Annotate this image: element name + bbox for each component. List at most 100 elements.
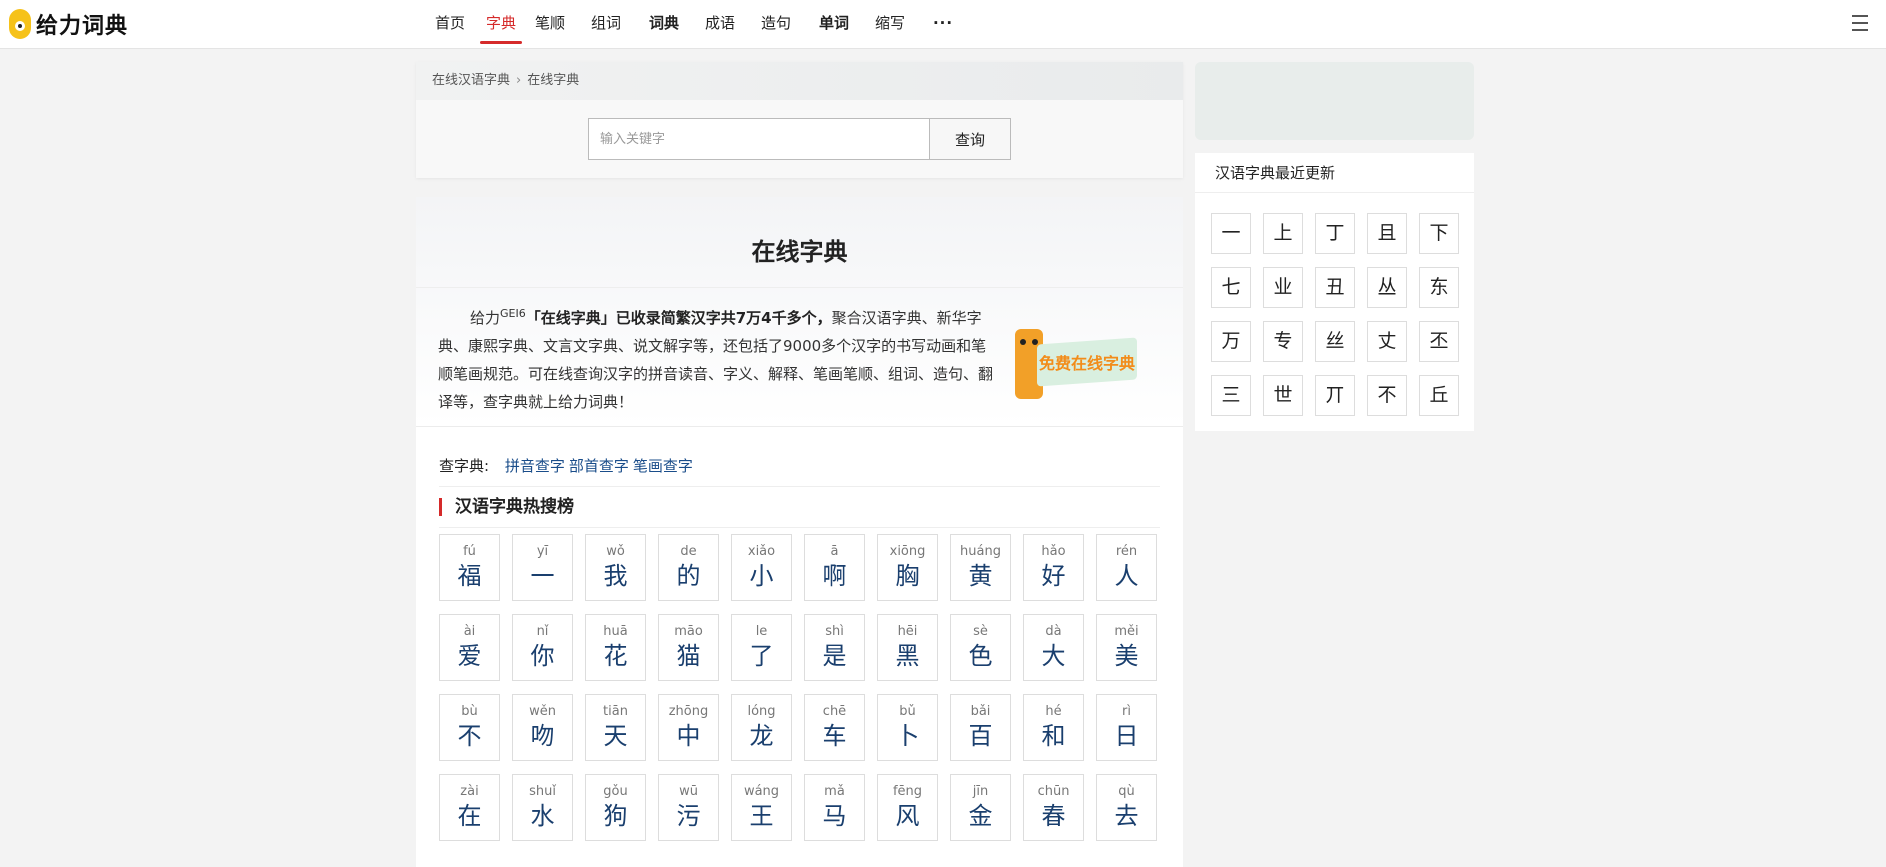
- hanzi: 不: [457, 722, 482, 750]
- hot-char-cell[interactable]: chūn 春: [1023, 774, 1084, 841]
- promo-image[interactable]: 免费在线字典: [1015, 329, 1139, 401]
- hot-char-cell[interactable]: wū 污: [658, 774, 719, 841]
- recent-char-cell[interactable]: 丕: [1419, 321, 1459, 362]
- recent-char-cell[interactable]: 丛: [1367, 267, 1407, 308]
- recent-char-cell[interactable]: 丑: [1315, 267, 1355, 308]
- recent-char-cell[interactable]: 万: [1211, 321, 1251, 362]
- recent-char-cell[interactable]: 七: [1211, 267, 1251, 308]
- recent-char-cell[interactable]: 丁: [1315, 213, 1355, 254]
- hot-char-cell[interactable]: jīn 金: [950, 774, 1011, 841]
- hot-char-cell[interactable]: māo 猫: [658, 614, 719, 681]
- recent-chars-grid: 一上丁且下七业丑丛东万专丝丈丕三世丌不丘: [1211, 213, 1459, 416]
- hot-char-cell[interactable]: zài 在: [439, 774, 500, 841]
- recent-char-cell[interactable]: 一: [1211, 213, 1251, 254]
- recent-char-cell[interactable]: 且: [1367, 213, 1407, 254]
- pinyin: chē: [822, 704, 847, 719]
- breadcrumb-root-link[interactable]: 在线汉语字典: [432, 73, 510, 88]
- lookup-link-0[interactable]: 拼音查字: [505, 457, 565, 475]
- hot-char-cell[interactable]: wěn 吻: [512, 694, 573, 761]
- hot-char-cell[interactable]: hǎo 好: [1023, 534, 1084, 601]
- nav-item-3[interactable]: 组词: [578, 0, 634, 48]
- hot-char-cell[interactable]: shuǐ 水: [512, 774, 573, 841]
- nav-item-7[interactable]: 单词: [806, 0, 862, 48]
- hot-char-cell[interactable]: měi 美: [1096, 614, 1157, 681]
- recent-char-cell[interactable]: 世: [1263, 375, 1303, 416]
- hot-char-cell[interactable]: zhōng 中: [658, 694, 719, 761]
- hot-char-cell[interactable]: bǎi 百: [950, 694, 1011, 761]
- hot-char-cell[interactable]: yī 一: [512, 534, 573, 601]
- recent-char-cell[interactable]: 丝: [1315, 321, 1355, 362]
- recent-char-cell[interactable]: 下: [1419, 213, 1459, 254]
- hot-char-cell[interactable]: hēi 黑: [877, 614, 938, 681]
- recent-char-cell[interactable]: 丈: [1367, 321, 1407, 362]
- recent-char-cell[interactable]: 丌: [1315, 375, 1355, 416]
- pinyin: shuǐ: [529, 784, 556, 799]
- hot-char-cell[interactable]: fú 福: [439, 534, 500, 601]
- hot-char-cell[interactable]: sè 色: [950, 614, 1011, 681]
- hot-char-cell[interactable]: nǐ 你: [512, 614, 573, 681]
- hot-char-cell[interactable]: mǎ 马: [804, 774, 865, 841]
- hot-char-cell[interactable]: ā啊: [804, 534, 865, 601]
- divider: [416, 287, 1183, 288]
- hot-char-cell[interactable]: ài 爱: [439, 614, 500, 681]
- recent-char-cell[interactable]: 东: [1419, 267, 1459, 308]
- page-title: 在线字典: [751, 238, 848, 266]
- hot-char-cell[interactable]: hé 和: [1023, 694, 1084, 761]
- hot-char-cell[interactable]: lóng 龙: [731, 694, 792, 761]
- pinyin: zài: [460, 784, 479, 799]
- breadcrumb-current: 在线字典: [527, 73, 580, 88]
- hot-char-cell[interactable]: de 的: [658, 534, 719, 601]
- site-logo[interactable]: 给力词典: [9, 8, 128, 40]
- logo-text: 给力词典: [36, 14, 129, 39]
- lookup-link-2[interactable]: 笔画查字: [633, 457, 693, 475]
- search-button[interactable]: 查询: [929, 119, 1010, 159]
- hot-char-cell[interactable]: huáng 黄: [950, 534, 1011, 601]
- nav-item-6[interactable]: 造句: [746, 0, 806, 48]
- hot-char-cell[interactable]: shì 是: [804, 614, 865, 681]
- hot-char-cell[interactable]: bù 不: [439, 694, 500, 761]
- hot-char-cell[interactable]: gǒu 狗: [585, 774, 646, 841]
- hot-char-cell[interactable]: le 了: [731, 614, 792, 681]
- nav-item-0[interactable]: 首页: [420, 0, 480, 48]
- hot-char-cell[interactable]: tiān 天: [585, 694, 646, 761]
- more-menu-icon[interactable]: ···: [918, 0, 968, 48]
- pinyin: zhōng: [668, 704, 709, 719]
- pinyin: mǎ: [824, 784, 845, 799]
- recent-char-cell[interactable]: 上: [1263, 213, 1303, 254]
- hot-char-cell[interactable]: fēng 风: [877, 774, 938, 841]
- hot-char-cell[interactable]: rì 日: [1096, 694, 1157, 761]
- hot-char-cell[interactable]: rén 人: [1096, 534, 1157, 601]
- search-input[interactable]: [589, 119, 929, 159]
- hanzi: 马: [822, 802, 847, 830]
- hot-char-cell[interactable]: xiǎo 小: [731, 534, 792, 601]
- hot-char-cell[interactable]: xiōng 胸: [877, 534, 938, 601]
- nav-item-1[interactable]: 字典: [480, 0, 522, 48]
- hanzi: 百: [968, 722, 993, 750]
- recent-char-cell[interactable]: 三: [1211, 375, 1251, 416]
- content-card: 在线字典 给力GEI6「在线字典」已收录简繁汉字共7万4千多个，聚合汉语字典、新…: [416, 197, 1183, 867]
- nav-item-4[interactable]: 词典: [634, 0, 694, 48]
- hot-char-cell[interactable]: chē 车: [804, 694, 865, 761]
- lookup-link-1[interactable]: 部首查字: [569, 457, 629, 475]
- recent-char-cell[interactable]: 业: [1263, 267, 1303, 308]
- nav-item-2[interactable]: 笔顺: [522, 0, 578, 48]
- recent-char-cell[interactable]: 丘: [1419, 375, 1459, 416]
- nav-item-8[interactable]: 缩写: [862, 0, 918, 48]
- hot-char-cell[interactable]: bǔ 卜: [877, 694, 938, 761]
- hot-char-cell[interactable]: dà 大: [1023, 614, 1084, 681]
- hot-char-cell[interactable]: wǒ 我: [585, 534, 646, 601]
- recent-char-cell[interactable]: 不: [1367, 375, 1407, 416]
- hanzi: 春: [1041, 802, 1066, 830]
- hot-char-cell[interactable]: huā 花: [585, 614, 646, 681]
- hanzi: 和: [1041, 722, 1066, 750]
- recent-char-cell[interactable]: 专: [1263, 321, 1303, 362]
- pinyin: wǒ: [606, 544, 625, 559]
- hanzi: 风: [895, 802, 920, 830]
- hamburger-menu-icon[interactable]: [1852, 15, 1868, 31]
- pinyin: sè: [973, 624, 988, 639]
- hot-char-cell[interactable]: wáng 王: [731, 774, 792, 841]
- pinyin: huā: [603, 624, 628, 639]
- hot-char-cell[interactable]: qù 去: [1096, 774, 1157, 841]
- hanzi: 爱: [457, 642, 482, 670]
- nav-item-5[interactable]: 成语: [694, 0, 746, 48]
